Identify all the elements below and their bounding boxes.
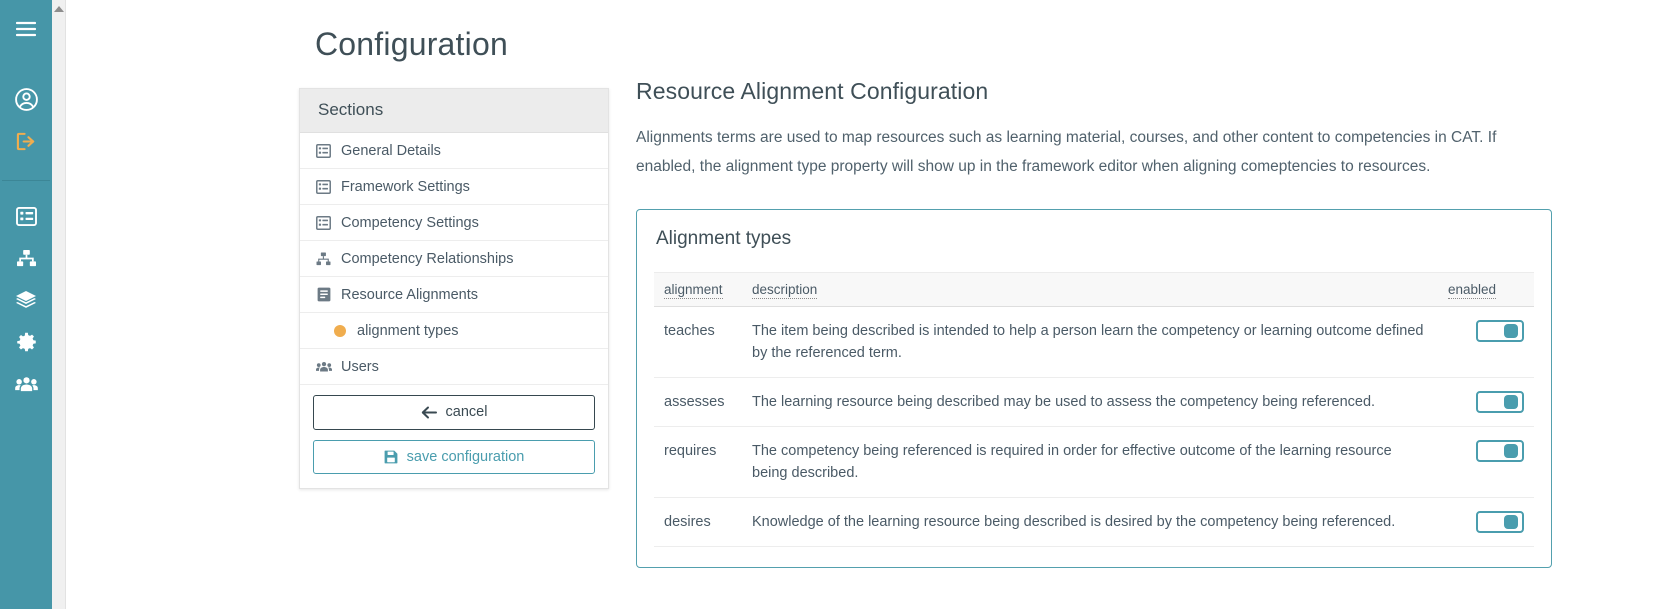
cell-enabled (1438, 426, 1534, 499)
menu-toggle-button[interactable] (0, 8, 52, 50)
arrow-left-icon (421, 406, 437, 419)
cell-alignment: assesses (654, 377, 742, 428)
column-header-alignment-label: alignment (664, 282, 723, 299)
user-circle-icon (14, 87, 39, 112)
cell-alignment: desires (654, 497, 742, 548)
frameworks-button[interactable] (0, 195, 52, 237)
cell-alignment: requires (654, 426, 742, 499)
save-disk-icon (384, 450, 398, 464)
dot-icon (331, 322, 348, 339)
cell-description: The learning resource being described ma… (742, 377, 1438, 428)
main-heading: Resource Alignment Configuration (636, 78, 989, 104)
cell-enabled (1438, 377, 1534, 428)
left-icon-rail (0, 0, 52, 609)
main-content: Resource Alignment Configuration Alignme… (636, 78, 1561, 569)
sidebar-item-competency-relationships[interactable]: Competency Relationships (300, 241, 608, 277)
scroll-up-arrow-icon[interactable] (53, 6, 64, 12)
main-lead-paragraph: Alignments terms are used to map resourc… (636, 129, 1497, 175)
column-header-alignment[interactable]: alignment (654, 272, 742, 307)
hamburger-icon (16, 21, 36, 37)
table-row: desires Knowledge of the learning resour… (654, 497, 1534, 548)
layers-icon (15, 290, 37, 310)
cell-alignment: teaches (654, 306, 742, 378)
sidebar-item-users[interactable]: Users (300, 349, 608, 385)
page-content: Configuration Sections General Details F… (66, 0, 1654, 609)
toggle-knob (1504, 444, 1518, 459)
sidebar-item-label: General Details (341, 142, 441, 159)
enabled-toggle[interactable] (1476, 440, 1524, 463)
sections-card: Sections General Details Framework Setti… (299, 88, 609, 489)
users-icon (14, 376, 38, 393)
sidebar-item-label: Competency Relationships (341, 250, 514, 267)
gear-icon (16, 332, 37, 353)
save-button-wrap: save configuration (300, 430, 608, 489)
table-body: teaches The item being described is inte… (654, 306, 1534, 548)
cancel-button[interactable]: cancel (313, 395, 595, 430)
save-configuration-label: save configuration (406, 448, 525, 465)
save-configuration-button[interactable]: save configuration (313, 439, 595, 474)
table-row: assesses The learning resource being des… (654, 377, 1534, 428)
toggle-knob (1504, 395, 1518, 410)
cancel-button-wrap: cancel (300, 385, 608, 430)
rail-divider (2, 180, 50, 181)
sidebar-item-label: alignment types (357, 322, 459, 339)
table-header-row: alignment description enabled (654, 272, 1534, 307)
logout-icon (15, 131, 38, 152)
table-icon (315, 214, 332, 231)
toggle-knob (1504, 324, 1518, 339)
sidebar-item-alignment-types[interactable]: alignment types (300, 313, 608, 349)
account-button[interactable] (0, 78, 52, 120)
cell-description: Knowledge of the learning resource being… (742, 497, 1438, 548)
sidebar-item-label: Resource Alignments (341, 286, 479, 303)
table-row: requires The competency being referenced… (654, 426, 1534, 499)
toggle-knob (1504, 515, 1518, 530)
cell-enabled (1438, 306, 1534, 378)
app-root: Configuration Sections General Details F… (0, 0, 1654, 609)
column-header-enabled[interactable]: enabled (1438, 272, 1534, 307)
sitemap-icon (16, 249, 37, 268)
sections-card-header: Sections (300, 89, 608, 133)
sitemap-icon (315, 250, 332, 267)
configuration-button[interactable] (0, 321, 52, 363)
sidebar-item-general-details[interactable]: General Details (300, 133, 608, 169)
cancel-button-label: cancel (445, 404, 488, 420)
column-header-enabled-label: enabled (1448, 282, 1497, 299)
column-header-description-label: description (752, 282, 818, 299)
users-icon (315, 358, 332, 375)
sidebar-item-label: Framework Settings (341, 178, 470, 195)
sidebar-item-label: Competency Settings (341, 214, 479, 231)
cell-description: The competency being referenced is requi… (742, 426, 1438, 499)
alignment-types-panel: Alignment types alignment description en… (636, 209, 1552, 569)
table-icon (315, 142, 332, 159)
competency-relationships-button[interactable] (0, 237, 52, 279)
sidebar-item-competency-settings[interactable]: Competency Settings (300, 205, 608, 241)
enabled-toggle[interactable] (1476, 320, 1524, 343)
column-header-description[interactable]: description (742, 272, 1438, 307)
cell-description: The item being described is intended to … (742, 306, 1438, 378)
page-title: Configuration (315, 26, 508, 62)
list-icon (15, 206, 37, 226)
book-icon (315, 286, 332, 303)
sidebar-item-resource-alignments[interactable]: Resource Alignments (300, 277, 608, 313)
vertical-scrollbar[interactable] (52, 0, 66, 609)
enabled-toggle[interactable] (1476, 391, 1524, 414)
cell-enabled (1438, 497, 1534, 548)
sidebar-item-framework-settings[interactable]: Framework Settings (300, 169, 608, 205)
table-row: teaches The item being described is inte… (654, 306, 1534, 378)
logout-button[interactable] (0, 120, 52, 162)
layers-button[interactable] (0, 279, 52, 321)
users-button[interactable] (0, 363, 52, 405)
enabled-toggle[interactable] (1476, 511, 1524, 534)
panel-title: Alignment types (656, 228, 792, 249)
table-icon (315, 178, 332, 195)
table-header: alignment description enabled (654, 272, 1534, 307)
sidebar-item-label: Users (341, 358, 379, 375)
alignment-types-table: alignment description enabled teaches Th… (654, 272, 1534, 548)
